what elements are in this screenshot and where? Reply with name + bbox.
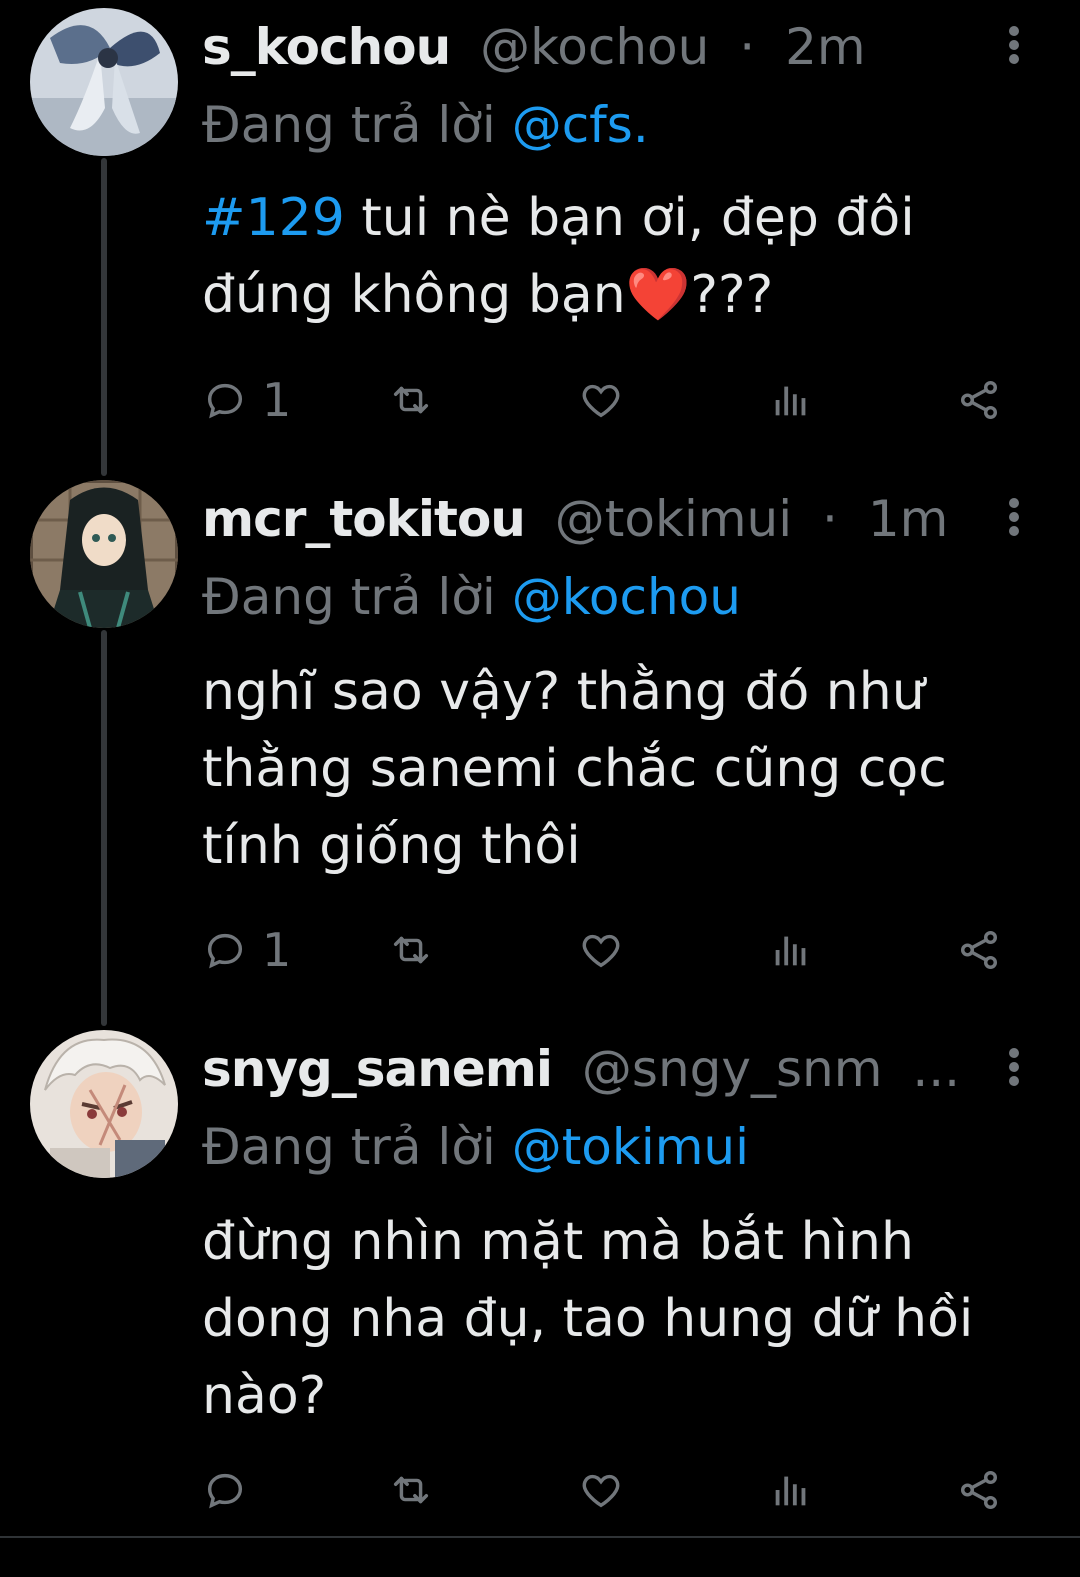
heart-icon bbox=[582, 934, 620, 968]
truncation-ellipsis: ... bbox=[912, 1040, 960, 1098]
replying-to: Đang trả lời @tokimui bbox=[202, 1112, 749, 1182]
more-vertical-icon bbox=[1009, 26, 1019, 64]
action-bar: 1 bbox=[200, 370, 1020, 430]
retweet-button[interactable] bbox=[388, 370, 434, 430]
tweet-text-line: đúng không bạn❤️??? bbox=[202, 265, 774, 325]
tweet-text-line: #129 tui nè bạn ơi, đẹp đôi bbox=[202, 180, 1022, 257]
display-name[interactable]: mcr_tokitou bbox=[202, 490, 526, 548]
views-icon bbox=[775, 1476, 806, 1506]
replying-to: Đang trả lời @kochou bbox=[202, 562, 741, 632]
separator-dot: · bbox=[822, 490, 838, 548]
thread-line-1 bbox=[101, 158, 107, 476]
user-handle[interactable]: @sngy_snm bbox=[582, 1040, 883, 1098]
views-icon bbox=[775, 386, 806, 416]
timestamp[interactable]: 1m bbox=[868, 490, 949, 548]
like-button[interactable] bbox=[578, 920, 624, 980]
tweet-header: s_kochou @kochou · 2m bbox=[202, 12, 960, 82]
reply-icon bbox=[207, 1473, 243, 1509]
tweet-text: đừng nhìn mặt mà bắt hình dong nha đụ, t… bbox=[202, 1204, 1022, 1435]
avatar[interactable] bbox=[30, 480, 178, 628]
thread-line-2 bbox=[101, 630, 107, 1026]
avatar[interactable] bbox=[30, 8, 178, 156]
reply-button[interactable]: 1 bbox=[202, 370, 291, 430]
retweet-icon bbox=[393, 936, 429, 964]
separator-dot: · bbox=[739, 18, 756, 76]
tweet-text-line: nghĩ sao vậy? thằng đó như bbox=[202, 662, 925, 722]
white-hair-avatar-icon bbox=[30, 1030, 178, 1178]
tweet-text-line: dong nha đụ, tao hung dữ hồi bbox=[202, 1289, 974, 1349]
retweet-icon bbox=[393, 386, 429, 414]
action-bar: 1 bbox=[200, 920, 1020, 980]
tweet-text-line: đừng nhìn mặt mà bắt hình bbox=[202, 1212, 914, 1272]
more-button[interactable] bbox=[996, 20, 1032, 70]
retweet-button[interactable] bbox=[388, 920, 434, 980]
like-button[interactable] bbox=[578, 370, 624, 430]
replying-to-mention[interactable]: @kochou bbox=[512, 568, 741, 626]
replying-to-mention[interactable]: @cfs. bbox=[512, 96, 649, 154]
tweet-text-line: tính giống thôi bbox=[202, 816, 581, 876]
more-vertical-icon bbox=[1009, 1048, 1019, 1086]
views-button[interactable] bbox=[768, 370, 814, 430]
replying-to: Đang trả lời @cfs. bbox=[202, 90, 649, 160]
like-button[interactable] bbox=[578, 1460, 624, 1520]
share-icon bbox=[960, 931, 998, 969]
user-handle[interactable]: @kochou bbox=[480, 18, 709, 76]
timestamp[interactable]: 2m bbox=[785, 18, 866, 76]
display-name[interactable]: s_kochou bbox=[202, 18, 451, 76]
reply-button[interactable]: 1 bbox=[202, 920, 291, 980]
replying-to-mention[interactable]: @tokimui bbox=[512, 1118, 749, 1176]
views-icon bbox=[775, 936, 806, 966]
reply-count: 1 bbox=[262, 923, 292, 977]
more-vertical-icon bbox=[1009, 498, 1019, 536]
share-button[interactable] bbox=[956, 370, 1002, 430]
replying-to-label: Đang trả lời bbox=[202, 96, 496, 154]
heart-icon bbox=[582, 384, 620, 418]
replying-to-label: Đang trả lời bbox=[202, 568, 496, 626]
avatar[interactable] bbox=[30, 1030, 178, 1178]
share-button[interactable] bbox=[956, 1460, 1002, 1520]
share-icon bbox=[960, 1471, 998, 1509]
tweet-text: nghĩ sao vậy? thằng đó như thằng sanemi … bbox=[202, 654, 1022, 885]
tweet-header: mcr_tokitou @tokimui · 1m bbox=[202, 484, 960, 554]
more-button[interactable] bbox=[996, 1042, 1032, 1092]
share-button[interactable] bbox=[956, 920, 1002, 980]
share-icon bbox=[960, 381, 998, 419]
divider bbox=[0, 1536, 1080, 1538]
tweet-text: #129 tui nè bạn ơi, đẹp đôi đúng không b… bbox=[202, 180, 1022, 334]
heart-icon bbox=[582, 1474, 620, 1508]
retweet-button[interactable] bbox=[388, 1460, 434, 1520]
more-button[interactable] bbox=[996, 492, 1032, 542]
tweet-header: snyg_sanemi @sngy_snm ... bbox=[202, 1034, 960, 1104]
user-handle[interactable]: @tokimui bbox=[555, 490, 792, 548]
butterfly-avatar-icon bbox=[30, 8, 178, 156]
reply-count: 1 bbox=[262, 373, 292, 427]
tweet-text-line: thằng sanemi chắc cũng cọc bbox=[202, 739, 947, 799]
action-bar bbox=[200, 1460, 1020, 1520]
dark-hair-avatar-icon bbox=[30, 480, 178, 628]
replying-to-label: Đang trả lời bbox=[202, 1118, 496, 1176]
tweet-text-line: nào? bbox=[202, 1366, 327, 1426]
retweet-icon bbox=[393, 1476, 429, 1504]
views-button[interactable] bbox=[768, 920, 814, 980]
reply-button[interactable] bbox=[202, 1460, 262, 1520]
display-name[interactable]: snyg_sanemi bbox=[202, 1040, 553, 1098]
tweet-text-segment: tui nè bạn ơi, đẹp đôi bbox=[344, 188, 915, 248]
reply-icon bbox=[207, 383, 243, 419]
reply-icon bbox=[207, 933, 243, 969]
hashtag[interactable]: #129 bbox=[202, 188, 345, 248]
views-button[interactable] bbox=[768, 1460, 814, 1520]
